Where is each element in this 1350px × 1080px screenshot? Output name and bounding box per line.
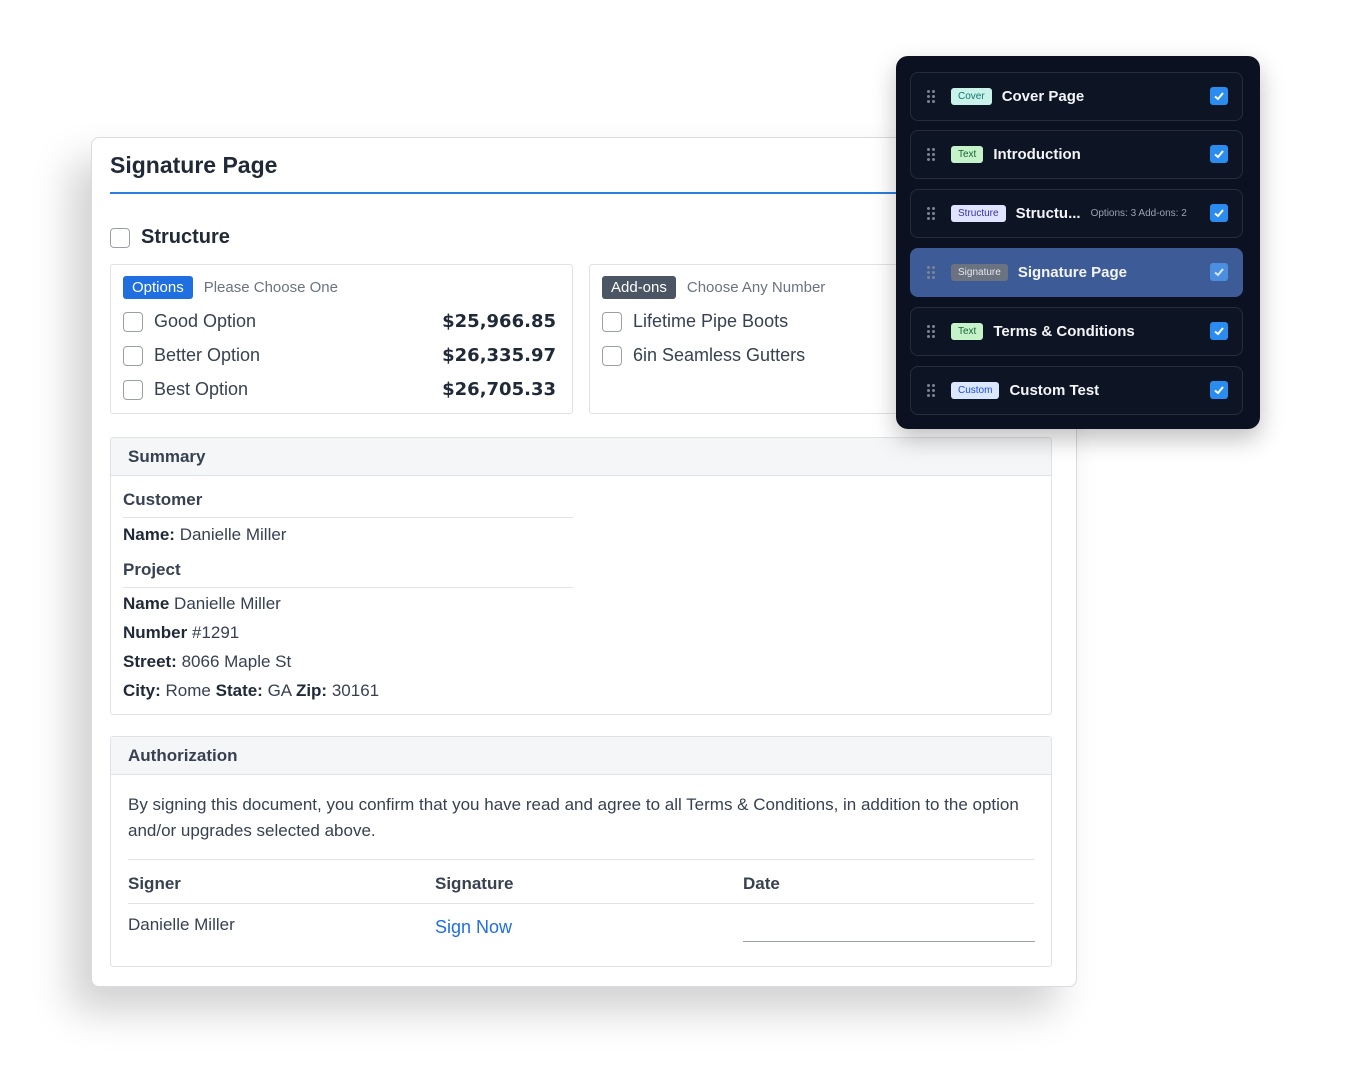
sidebar-item-signature[interactable]: Signature Signature Page	[910, 248, 1243, 297]
drag-handle-icon[interactable]	[927, 324, 937, 339]
col-signer: Signer	[128, 874, 181, 893]
addons-tag: Add-ons	[602, 276, 676, 299]
section-badge: Text	[951, 146, 984, 163]
sidebar-item-label: Signature Page	[1017, 264, 1128, 281]
col-signature: Signature	[435, 874, 514, 893]
page-title: Signature Page	[110, 152, 278, 178]
option-label: Good Option	[154, 311, 257, 331]
section-badge: Custom	[951, 382, 1000, 399]
addon-label: 6in Seamless Gutters	[633, 345, 806, 365]
structure-checkbox[interactable]	[110, 227, 130, 248]
stage: Signature Page Structure Options Please …	[0, 0, 1350, 1080]
sidebar-item-custom[interactable]: Custom Custom Test	[910, 366, 1243, 415]
drag-handle-icon[interactable]	[927, 383, 937, 398]
sidebar-item-structure[interactable]: Structure Structu... Options: 3 Add-ons:…	[910, 189, 1243, 238]
structure-label: Structure	[141, 226, 230, 248]
option-checkbox[interactable]	[123, 345, 143, 366]
date-field[interactable]	[743, 941, 1035, 942]
addon-checkbox[interactable]	[602, 345, 622, 366]
drag-handle-icon[interactable]	[927, 147, 937, 162]
option-row-best[interactable]: Best Option $26,705.33	[123, 379, 556, 400]
customer-heading: Customer	[123, 490, 573, 518]
sidebar-item-label: Introduction	[993, 146, 1081, 163]
sidebar-item-meta: Options: 3 Add-ons: 2	[1090, 208, 1187, 219]
project-street: Street: 8066 Maple St	[123, 652, 292, 671]
options-box: Options Please Choose One Good Option $2…	[110, 264, 573, 414]
customer-name: Name: Danielle Miller	[123, 525, 287, 544]
authorization-section: Authorization By signing this document, …	[110, 736, 1052, 967]
sign-now-link[interactable]: Sign Now	[435, 917, 512, 938]
options-hint: Please Choose One	[203, 279, 338, 296]
option-label: Best Option	[154, 379, 249, 399]
check-icon[interactable]	[1210, 263, 1228, 281]
check-icon[interactable]	[1210, 145, 1228, 163]
option-price: $26,335.97	[442, 345, 556, 366]
summary-section: Summary Customer Name: Danielle Miller P…	[110, 437, 1052, 715]
section-badge: Signature	[951, 264, 1008, 281]
project-city-state-zip: City: Rome State: GA Zip: 30161	[123, 681, 380, 700]
check-icon[interactable]	[1210, 204, 1228, 222]
options-header: Options Please Choose One	[123, 276, 338, 299]
section-badge: Cover	[951, 88, 992, 105]
project-number: Number #1291	[123, 623, 240, 642]
addon-label: Lifetime Pipe Boots	[633, 311, 789, 331]
sidebar-item-label: Structu...	[1015, 205, 1081, 222]
option-price: $26,705.33	[442, 379, 556, 400]
sidebar-item-label: Terms & Conditions	[993, 323, 1135, 340]
option-row-better[interactable]: Better Option $26,335.97	[123, 345, 556, 366]
table-top-rule	[128, 859, 1034, 860]
sidebar-item-cover[interactable]: Cover Cover Page	[910, 72, 1243, 121]
drag-handle-icon[interactable]	[927, 265, 937, 280]
project-name: Name Danielle Miller	[123, 594, 281, 613]
sidebar-item-label: Cover Page	[1001, 88, 1085, 105]
check-icon[interactable]	[1210, 381, 1228, 399]
check-icon[interactable]	[1210, 87, 1228, 105]
options-tag: Options	[123, 276, 193, 299]
option-label: Better Option	[154, 345, 261, 365]
authorization-text: By signing this document, you confirm th…	[128, 795, 1019, 840]
check-icon[interactable]	[1210, 322, 1228, 340]
option-price: $25,966.85	[442, 311, 556, 332]
project-heading: Project	[123, 560, 573, 588]
addons-hint: Choose Any Number	[686, 279, 826, 296]
drag-handle-icon[interactable]	[927, 89, 937, 104]
structure-toggle[interactable]: Structure	[110, 226, 230, 249]
section-badge: Text	[951, 323, 984, 340]
sidebar-item-terms[interactable]: Text Terms & Conditions	[910, 307, 1243, 356]
option-checkbox[interactable]	[123, 311, 143, 332]
signer-name: Danielle Miller	[128, 915, 235, 934]
sections-panel: Cover Cover Page Text Introduction Struc…	[896, 56, 1260, 429]
section-badge: Structure	[951, 205, 1006, 222]
sidebar-item-label: Custom Test	[1009, 382, 1100, 399]
drag-handle-icon[interactable]	[927, 206, 937, 221]
summary-heading: Summary	[111, 438, 1051, 476]
addon-checkbox[interactable]	[602, 311, 622, 332]
addons-header: Add-ons Choose Any Number	[602, 276, 825, 299]
option-row-good[interactable]: Good Option $25,966.85	[123, 311, 556, 332]
sidebar-item-introduction[interactable]: Text Introduction	[910, 130, 1243, 179]
col-date: Date	[743, 874, 780, 893]
table-header-rule	[128, 903, 1034, 904]
option-checkbox[interactable]	[123, 379, 143, 400]
authorization-heading: Authorization	[111, 737, 1051, 775]
